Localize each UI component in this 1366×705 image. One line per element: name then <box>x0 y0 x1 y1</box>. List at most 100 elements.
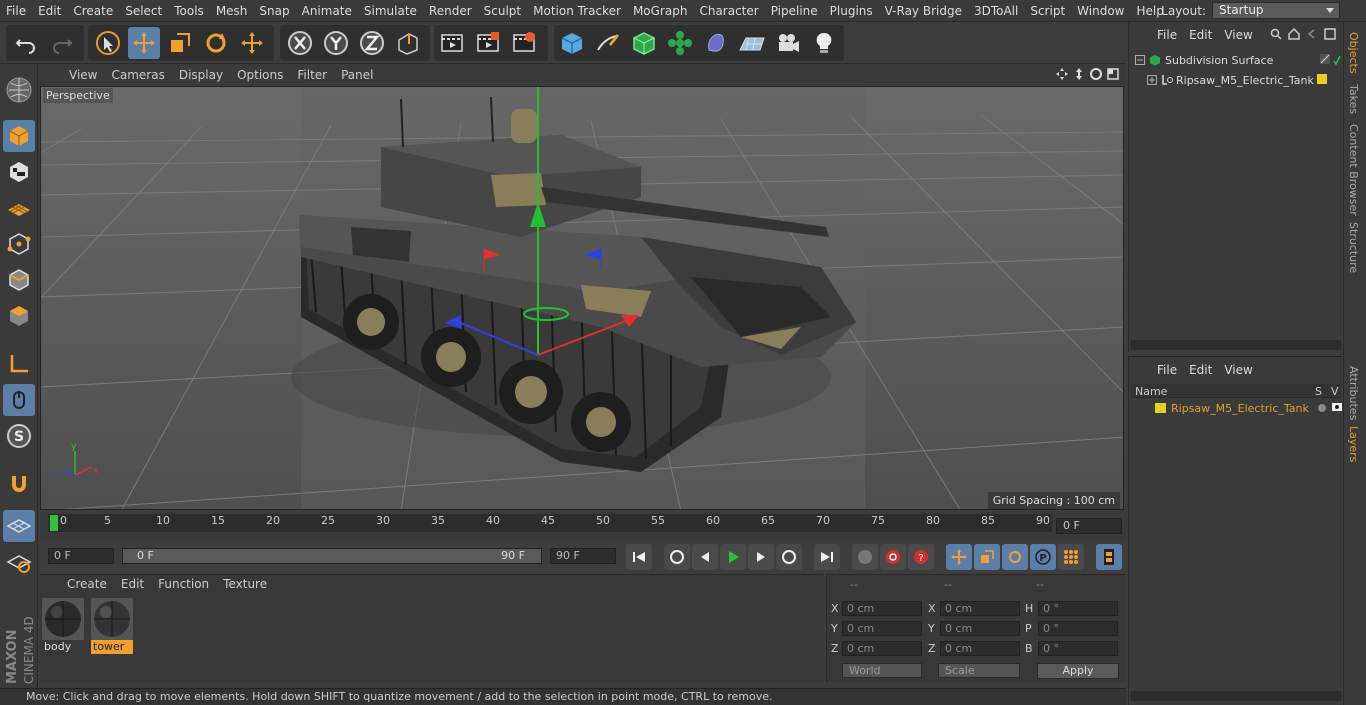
model-mode-icon[interactable] <box>3 120 35 152</box>
maximize-view-icon[interactable] <box>1106 67 1120 81</box>
size-x-field[interactable]: 0 cm <box>940 601 1020 616</box>
x-axis-lock-icon[interactable] <box>284 27 316 59</box>
viewport-menu-panel[interactable]: Panel <box>334 64 380 86</box>
preview-range-slider[interactable]: 0 F 90 F <box>122 548 542 564</box>
menu-animate[interactable]: Animate <box>296 0 358 22</box>
tweak-mode-icon[interactable] <box>3 384 35 416</box>
pan-view-icon[interactable] <box>1055 67 1069 81</box>
menu-window[interactable]: Window <box>1071 0 1130 22</box>
menu-edit[interactable]: Edit <box>32 0 67 22</box>
move-tool-icon[interactable] <box>128 27 160 59</box>
solo-column[interactable]: S <box>1315 385 1322 398</box>
snapping-icon[interactable] <box>3 468 35 500</box>
scale-tool-icon[interactable] <box>164 27 196 59</box>
menu-plugins[interactable]: Plugins <box>824 0 879 22</box>
name-column[interactable]: Name <box>1135 385 1167 398</box>
key-parameter-icon[interactable]: P <box>1030 544 1056 570</box>
key-rotation-icon[interactable] <box>1002 544 1028 570</box>
live-selection-icon[interactable] <box>92 27 124 59</box>
object-menu-file[interactable]: File <box>1151 22 1183 48</box>
menu-select[interactable]: Select <box>119 0 168 22</box>
key-position-icon[interactable] <box>946 544 972 570</box>
object-horizontal-scrollbar[interactable] <box>1131 340 1341 350</box>
menu-tools[interactable]: Tools <box>168 0 210 22</box>
rotation-b-field[interactable]: 0 ° <box>1038 641 1118 656</box>
menu-simulate[interactable]: Simulate <box>358 0 423 22</box>
pen-spline-icon[interactable] <box>592 27 624 59</box>
points-mode-icon[interactable] <box>3 228 35 260</box>
timeline-window-icon[interactable] <box>1096 544 1122 570</box>
material-menu-texture[interactable]: Texture <box>216 574 274 594</box>
layer-row[interactable]: Ripsaw_M5_Electric_Tank <box>1131 399 1342 417</box>
light-icon[interactable] <box>808 27 840 59</box>
object-row-subdivision-surface[interactable]: Subdivision Surface <box>1131 50 1341 70</box>
viewport-menu-options[interactable]: Options <box>230 64 290 86</box>
tab-layers[interactable]: Layers <box>1347 426 1360 462</box>
object-menu-edit[interactable]: Edit <box>1183 22 1218 48</box>
object-row-ripsaw-tank[interactable]: Ripsaw_M5_Electric_Tank <box>1131 70 1341 90</box>
size-z-field[interactable]: 0 cm <box>940 641 1020 656</box>
prev-frame-icon[interactable] <box>692 544 718 570</box>
material-swatch-selected[interactable]: tower <box>91 598 133 654</box>
coordinate-space-dropdown[interactable]: World <box>842 663 922 678</box>
undo-icon[interactable] <box>10 27 42 59</box>
axis-mode-icon[interactable] <box>3 348 35 380</box>
menu-mograph[interactable]: MoGraph <box>627 0 694 22</box>
goto-start-icon[interactable] <box>626 544 652 570</box>
render-picture-viewer-icon[interactable] <box>472 27 504 59</box>
expand-icon[interactable] <box>1147 75 1157 85</box>
layer-color-swatch[interactable] <box>1155 403 1166 413</box>
viewport-menu-view[interactable]: View <box>62 64 104 86</box>
camera-label[interactable]: Perspective <box>43 88 113 103</box>
solo-mode-icon[interactable]: S <box>3 420 35 452</box>
viewport-menu-cameras[interactable]: Cameras <box>104 64 171 86</box>
menu-snap[interactable]: Snap <box>253 0 295 22</box>
size-y-field[interactable]: 0 cm <box>940 621 1020 636</box>
solo-toggle-icon[interactable] <box>1318 404 1326 412</box>
layer-menu-view[interactable]: View <box>1218 357 1258 383</box>
layer-color-swatch[interactable] <box>1317 74 1327 84</box>
rotation-p-field[interactable]: 0 ° <box>1038 621 1118 636</box>
rotate-tool-icon[interactable] <box>200 27 232 59</box>
menu-sculpt[interactable]: Sculpt <box>478 0 527 22</box>
visibility-eye-icon[interactable] <box>1332 402 1342 412</box>
position-z-field[interactable]: 0 cm <box>842 641 922 656</box>
y-axis-lock-icon[interactable] <box>320 27 352 59</box>
next-key-icon[interactable] <box>776 544 802 570</box>
menu-vray-bridge[interactable]: V-Ray Bridge <box>879 0 968 22</box>
workplane-mode-icon[interactable] <box>3 192 35 224</box>
cube-primitive-icon[interactable] <box>556 27 588 59</box>
workplane-rotate-icon[interactable] <box>3 546 35 578</box>
end-frame-field[interactable]: 90 F <box>550 548 616 564</box>
tab-takes[interactable]: Takes <box>1347 84 1360 114</box>
start-frame-field[interactable]: 0 F <box>48 548 114 564</box>
check-icon[interactable] <box>1333 54 1341 66</box>
edges-mode-icon[interactable] <box>3 264 35 296</box>
menu-create[interactable]: Create <box>67 0 119 22</box>
menu-motion-tracker[interactable]: Motion Tracker <box>527 0 627 22</box>
object-menu-view[interactable]: View <box>1218 22 1258 48</box>
subdivision-surface-icon[interactable] <box>628 27 660 59</box>
back-icon[interactable] <box>1306 28 1318 40</box>
material-menu-function[interactable]: Function <box>151 574 216 594</box>
material-menu-edit[interactable]: Edit <box>114 574 151 594</box>
key-scale-icon[interactable] <box>974 544 1000 570</box>
play-icon[interactable] <box>720 544 746 570</box>
keyframe-selection-icon[interactable]: ? <box>908 544 934 570</box>
menu-render[interactable]: Render <box>423 0 478 22</box>
perspective-viewport[interactable]: y x z <box>40 86 1124 510</box>
layer-menu-edit[interactable]: Edit <box>1183 357 1218 383</box>
goto-end-icon[interactable] <box>814 544 840 570</box>
layer-horizontal-scrollbar[interactable] <box>1131 691 1341 701</box>
apply-button[interactable]: Apply <box>1037 663 1119 679</box>
menu-script[interactable]: Script <box>1024 0 1071 22</box>
floor-environment-icon[interactable] <box>736 27 768 59</box>
render-view-icon[interactable] <box>436 27 468 59</box>
layer-menu-file[interactable]: File <box>1151 357 1183 383</box>
menu-pipeline[interactable]: Pipeline <box>765 0 824 22</box>
record-keys-icon[interactable] <box>852 544 878 570</box>
tab-structure[interactable]: Structure <box>1347 222 1360 273</box>
tab-attributes[interactable]: Attributes <box>1347 366 1360 420</box>
transform-tool-icon[interactable] <box>236 27 268 59</box>
new-window-icon[interactable] <box>1324 28 1336 40</box>
